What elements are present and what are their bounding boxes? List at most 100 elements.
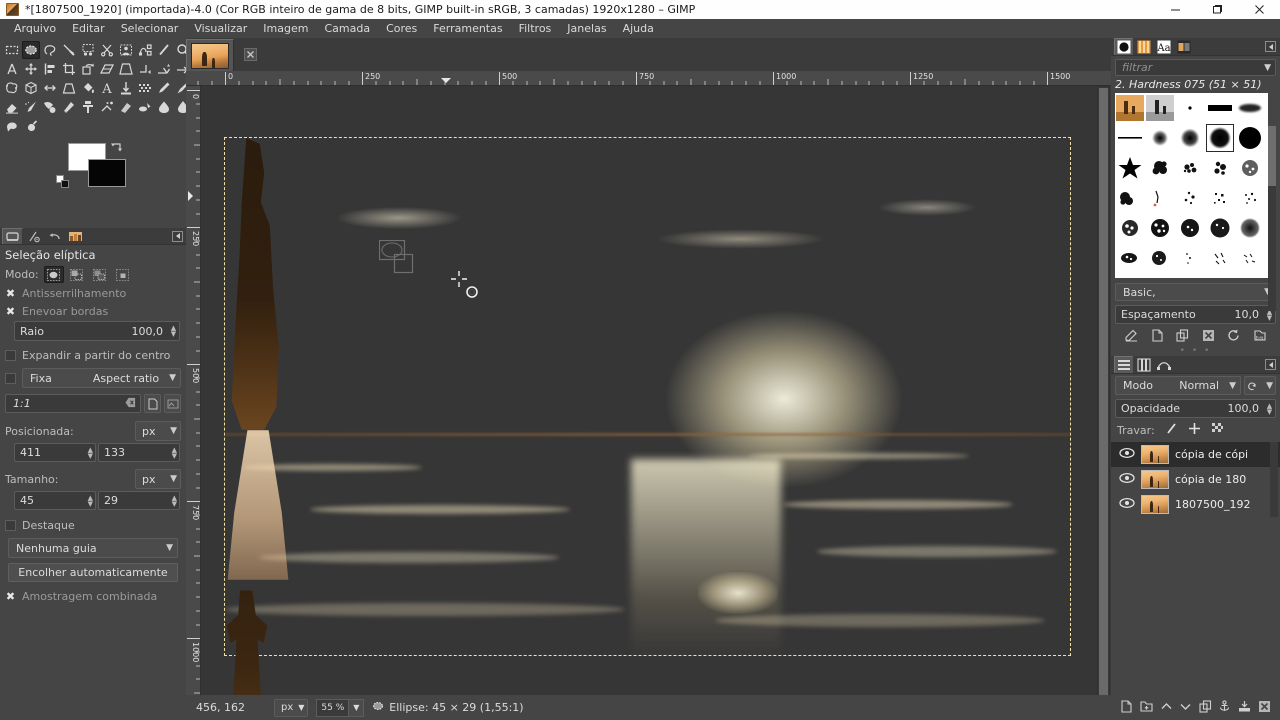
mypaint-brush-tool[interactable] [60, 98, 78, 116]
clone-tool[interactable] [79, 98, 97, 116]
sample-merged-row[interactable]: ✖ Amostragem combinada [0, 587, 186, 605]
brush-cell[interactable] [1115, 123, 1145, 153]
horizontal-ruler[interactable]: 0 250 500 750 1000 1250 1500 [186, 71, 1111, 86]
minimize-button[interactable] [1154, 0, 1196, 19]
background-color-swatch[interactable] [88, 159, 126, 187]
ratio-input[interactable]: 1:1 [5, 394, 141, 413]
perspective-clone2-tool[interactable] [117, 98, 135, 116]
device-status-tab[interactable] [23, 228, 44, 244]
menu-camada[interactable]: Camada [316, 19, 378, 38]
highlight-checkbox[interactable] [5, 519, 16, 531]
mode-intersect-button[interactable] [113, 266, 133, 283]
brush-cell[interactable] [1175, 273, 1205, 278]
layers-list-scrollbar[interactable] [1270, 442, 1278, 517]
smudge-tool[interactable] [155, 98, 173, 116]
foreground-select-tool[interactable] [117, 41, 135, 59]
tool-options-tab[interactable] [2, 228, 23, 244]
channels-tab[interactable] [1134, 356, 1153, 373]
brush-cell[interactable] [1115, 243, 1145, 273]
layer-row-0[interactable]: cópia de cópi [1111, 442, 1280, 467]
brush-cell[interactable] [1145, 153, 1175, 183]
brush-cell[interactable] [1205, 213, 1235, 243]
portrait-icon[interactable] [144, 394, 161, 413]
free-select-tool[interactable] [41, 41, 59, 59]
brush-cell[interactable] [1145, 183, 1175, 213]
brush-cell[interactable] [1145, 243, 1175, 273]
fixed-aspect-combo[interactable]: Fixa Aspect ratio ▼ [22, 368, 181, 388]
brush-filter-input[interactable]: filtrar ▼ [1115, 59, 1276, 76]
position-unit-combo[interactable]: px ▼ [135, 421, 181, 441]
fuzzy-select-tool[interactable] [60, 41, 78, 59]
size-height-input[interactable]: 29 ▲ ▼ [98, 491, 180, 510]
canvas-area[interactable] [201, 86, 1097, 706]
image-canvas[interactable] [224, 137, 1071, 706]
patterns-tab[interactable] [1134, 38, 1153, 55]
ellipse-select-tool[interactable] [22, 41, 40, 59]
brush-cell[interactable] [1115, 213, 1145, 243]
brush-cell[interactable] [1235, 273, 1265, 278]
brushes-dock-menu-button[interactable] [1265, 41, 1276, 52]
perspective-tool[interactable] [117, 60, 135, 78]
lock-alpha-icon[interactable] [1211, 422, 1224, 438]
menu-visualizar[interactable]: Visualizar [186, 19, 255, 38]
menu-filtros[interactable]: Filtros [511, 19, 560, 38]
size-unit-combo[interactable]: px ▼ [135, 469, 181, 489]
mode-add-button[interactable] [67, 266, 87, 283]
duplicate-layer-icon[interactable] [1199, 700, 1212, 716]
new-brush-icon[interactable] [1151, 329, 1164, 345]
measure-tool[interactable] [155, 41, 173, 59]
antialias-row[interactable]: ✖ Antisserrilhamento [0, 284, 186, 302]
vertical-ruler[interactable]: 0 250 500 750 1000 [186, 86, 201, 720]
brush-cell[interactable] [1115, 183, 1145, 213]
size-width-input[interactable]: 45 ▲ ▼ [14, 491, 96, 510]
bucket-fill-tool[interactable] [79, 79, 97, 97]
feather-row[interactable]: ✖ Enevoar bordas [0, 302, 186, 320]
brush-grid-scrollbar[interactable] [1268, 126, 1276, 311]
brush-cell[interactable] [1175, 183, 1205, 213]
paths-tab[interactable] [1154, 356, 1173, 373]
menu-selecionar[interactable]: Selecionar [113, 19, 187, 38]
layer-visibility-icon[interactable] [1119, 447, 1135, 462]
brush-cell[interactable] [1205, 243, 1235, 273]
gradient-tool[interactable] [117, 79, 135, 97]
dock-menu-button[interactable] [172, 230, 183, 242]
expand-from-center-checkbox[interactable] [5, 349, 16, 361]
undo-history-tab[interactable] [44, 228, 65, 244]
brush-cell[interactable] [1175, 243, 1205, 273]
brush-cell[interactable] [1205, 153, 1235, 183]
opacity-spin-arrows[interactable]: ▲ ▼ [1264, 402, 1275, 415]
delete-brush-icon[interactable] [1202, 329, 1215, 345]
position-x-spin-arrows[interactable]: ▲ ▼ [88, 446, 93, 459]
delete-layer-icon[interactable] [1258, 700, 1271, 716]
landscape-icon[interactable] [164, 394, 181, 413]
menu-janelas[interactable]: Janelas [559, 19, 614, 38]
brush-cell[interactable] [1205, 273, 1235, 278]
layer-visibility-icon[interactable] [1119, 497, 1135, 512]
eraser-tool[interactable] [3, 98, 21, 116]
flip-tool[interactable] [136, 60, 154, 78]
brush-cell[interactable] [1235, 93, 1265, 123]
fonts-tab[interactable]: Aa [1154, 38, 1173, 55]
crop-tool[interactable] [60, 60, 78, 78]
brush-cell[interactable] [1115, 93, 1145, 123]
ellipse-selection-handle[interactable] [378, 239, 425, 281]
brush-cell[interactable] [1175, 123, 1205, 153]
close-button[interactable] [1238, 0, 1280, 19]
brush-cell[interactable] [1145, 93, 1175, 123]
position-y-input[interactable]: 133 ▲ ▼ [98, 443, 180, 462]
edit-brush-icon[interactable] [1125, 329, 1138, 345]
feather-checkbox[interactable]: ✖ [5, 305, 16, 318]
warp-transform-tool[interactable] [41, 79, 59, 97]
refresh-brushes-icon[interactable] [1227, 329, 1240, 345]
raise-layer-icon[interactable] [1160, 700, 1173, 716]
move-tool[interactable] [22, 60, 40, 78]
brush-cell[interactable] [1115, 273, 1145, 278]
brush-cell[interactable] [1235, 153, 1265, 183]
open-brush-folder-icon[interactable]: Edit [1253, 329, 1266, 345]
images-tab[interactable] [65, 228, 86, 244]
brush-cell[interactable] [1175, 153, 1205, 183]
layer-mode-switch-button[interactable]: ▼ [1244, 376, 1276, 395]
anchor-layer-icon[interactable] [1218, 700, 1231, 716]
guides-combo[interactable]: Nenhuma guia ▼ [8, 538, 178, 558]
lock-position-icon[interactable] [1188, 422, 1201, 438]
